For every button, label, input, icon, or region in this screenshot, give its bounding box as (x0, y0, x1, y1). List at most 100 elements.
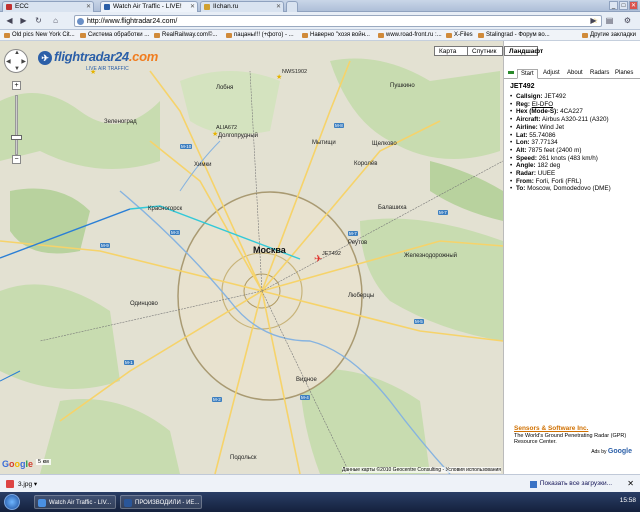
pan-right-icon[interactable]: ▶ (21, 58, 26, 65)
tab-adjust[interactable]: Adjust (540, 69, 563, 79)
minimize-icon[interactable]: _ (609, 1, 618, 10)
reg-link[interactable]: EI-DFO (532, 101, 553, 108)
info-hex: Hex (Mode-S): 4CA227 (510, 108, 640, 116)
new-tab-button[interactable] (286, 1, 298, 12)
url-text: http://www.flightradar24.com/ (87, 18, 178, 25)
flight-info-list: Callsign: JET492 Reg: EI-DFO Hex (Mode-S… (510, 93, 640, 193)
google-logo[interactable]: Google (2, 459, 33, 469)
close-icon[interactable]: ✕ (190, 3, 195, 10)
ads-by-google[interactable]: Ads by Google (591, 448, 632, 455)
download-item[interactable]: 3.jpg ▾ (6, 480, 37, 488)
city-label: Видное (296, 377, 317, 383)
flightradar-logo[interactable]: ✈ flightradar24.com (38, 49, 158, 65)
taskbar-item-browser[interactable]: Watch Air Traffic - LIV... (34, 495, 116, 509)
flight-label[interactable]: JET492 (322, 251, 341, 257)
flight-label[interactable]: NWS1902 (282, 69, 307, 75)
tab-radars[interactable]: Radars (587, 69, 612, 79)
city-label: Химки (194, 162, 212, 168)
maximize-icon[interactable]: □ (619, 1, 628, 10)
bookmark-item[interactable]: Old pics New York Cit... (4, 32, 75, 38)
pan-control[interactable]: ▲ ▼ ◀ ▶ (4, 49, 28, 73)
map-type-map[interactable]: Карта (434, 46, 468, 56)
zoom-slider-track[interactable] (15, 95, 18, 155)
bookmark-item[interactable]: X-Files (446, 32, 473, 38)
minimize-panel-icon[interactable] (508, 71, 514, 74)
start-button[interactable] (4, 494, 20, 510)
bookmark-item[interactable]: Stalingrad - Форум во... (478, 32, 550, 38)
bookmark-item[interactable]: www.road-front.ru :... (378, 32, 442, 38)
browser-toolbar: ◀ ▶ ↻ ⌂ http://www.flightradar24.com/ ☆ … (0, 12, 640, 30)
bookmark-item[interactable]: Наверно "хозя войн... (302, 32, 370, 38)
zoom-slider-thumb[interactable] (11, 135, 22, 140)
folder-icon (4, 33, 10, 38)
bookmark-item[interactable]: Система обработки ... (80, 32, 149, 38)
image-file-icon (6, 480, 14, 488)
browser-tab-iichan[interactable]: IIchan.ru ✕ (200, 1, 284, 12)
window-controls: _ □ ✕ (609, 1, 638, 10)
flightradar-favicon-icon (104, 4, 110, 10)
tab-label: ECC (15, 3, 29, 10)
reload-button[interactable]: ↻ (33, 16, 44, 27)
tab-planes[interactable]: Planes (612, 69, 636, 79)
folder-icon (302, 33, 308, 38)
close-download-bar-icon[interactable]: ✕ (627, 479, 634, 488)
map-canvas[interactable]: ✈ flightradar24.com LIVE AIR TRAFFIC ▲ ▼ … (0, 41, 503, 474)
tab-about[interactable]: About (564, 69, 586, 79)
road-shield: M-7 (348, 231, 358, 236)
flight-label[interactable]: ALIA672 (216, 125, 237, 131)
zoom-in-button[interactable]: + (12, 81, 21, 90)
city-label: Одинцово (130, 301, 158, 307)
browser-tab-ecc[interactable]: ECC ✕ (2, 1, 94, 12)
forward-button[interactable]: ▶ (18, 16, 29, 27)
downloads-icon (529, 481, 537, 488)
info-radar: Radar: UUEE (510, 170, 640, 178)
taskbar-item-word[interactable]: ПРОИЗВОДИЛИ - ИЕ... (120, 495, 202, 509)
folder-icon (478, 33, 484, 38)
show-all-downloads-link[interactable]: Показать все загрузки... (529, 480, 612, 488)
address-bar[interactable]: http://www.flightradar24.com/ ☆ (74, 15, 602, 27)
road-shield: M-5 (414, 319, 424, 324)
info-callsign: Callsign: JET492 (510, 93, 640, 101)
info-reg: Reg: EI-DFO (510, 101, 640, 109)
city-label: Красногорск (148, 206, 183, 212)
globe-icon (77, 18, 84, 25)
browser-tab-flightradar[interactable]: Watch Air Traffic - LIVE! ✕ (100, 1, 198, 12)
tab-label: IIchan.ru (213, 3, 239, 10)
document-icon (124, 499, 132, 507)
ad-block: Sensors & Software Inc. The World's Grou… (514, 425, 638, 446)
city-label: Зеленоград (104, 119, 137, 125)
tools-menu-icon[interactable]: ⚙ (622, 16, 633, 27)
close-icon[interactable]: ✕ (276, 3, 281, 10)
tab-label: Watch Air Traffic - LIVE! (113, 3, 182, 10)
bookmark-item[interactable]: Другие закладки (582, 32, 636, 38)
bookmark-item[interactable]: пацаны!!! (+фото) - ... (226, 32, 294, 38)
close-icon[interactable]: ✕ (86, 3, 91, 10)
chrome-icon (38, 499, 46, 507)
map-terms[interactable]: Данные карты ©2010 Geocentre Consulting … (342, 467, 501, 473)
city-label: Железнодорожный (404, 253, 458, 259)
back-button[interactable]: ◀ (4, 16, 15, 27)
road-shield: M-4 (300, 395, 310, 400)
selected-plane-icon[interactable]: ✈ (314, 254, 322, 265)
info-airline: Airline: Wind Jet (510, 124, 640, 132)
info-to: To: Moscow, Domodedovo (DME) (510, 185, 640, 193)
plane-logo-icon: ✈ (38, 51, 52, 65)
close-window-icon[interactable]: ✕ (629, 1, 638, 10)
map-type-terrain[interactable]: Ландшафт (504, 46, 543, 56)
iichan-favicon-icon (204, 4, 210, 10)
info-lon: Lon: 37.77134 (510, 139, 640, 147)
home-button[interactable]: ⌂ (50, 16, 61, 27)
zoom-out-button[interactable]: − (12, 155, 21, 164)
city-label: Люберцы (348, 293, 375, 299)
pan-up-icon[interactable]: ▲ (14, 50, 20, 56)
pan-down-icon[interactable]: ▼ (14, 66, 20, 72)
page-menu-icon[interactable]: ▤ (604, 16, 615, 27)
airport-star-icon[interactable]: ★ (90, 69, 97, 76)
airport-star-icon[interactable]: ★ (276, 74, 283, 81)
bookmark-item[interactable]: RealRailway.com©... (154, 32, 217, 38)
folder-icon (80, 33, 86, 38)
map-type-satellite[interactable]: Спутник (467, 46, 503, 56)
go-button[interactable]: ▶ (588, 16, 599, 27)
pan-left-icon[interactable]: ◀ (6, 58, 11, 65)
tab-start[interactable]: Start (517, 69, 538, 79)
